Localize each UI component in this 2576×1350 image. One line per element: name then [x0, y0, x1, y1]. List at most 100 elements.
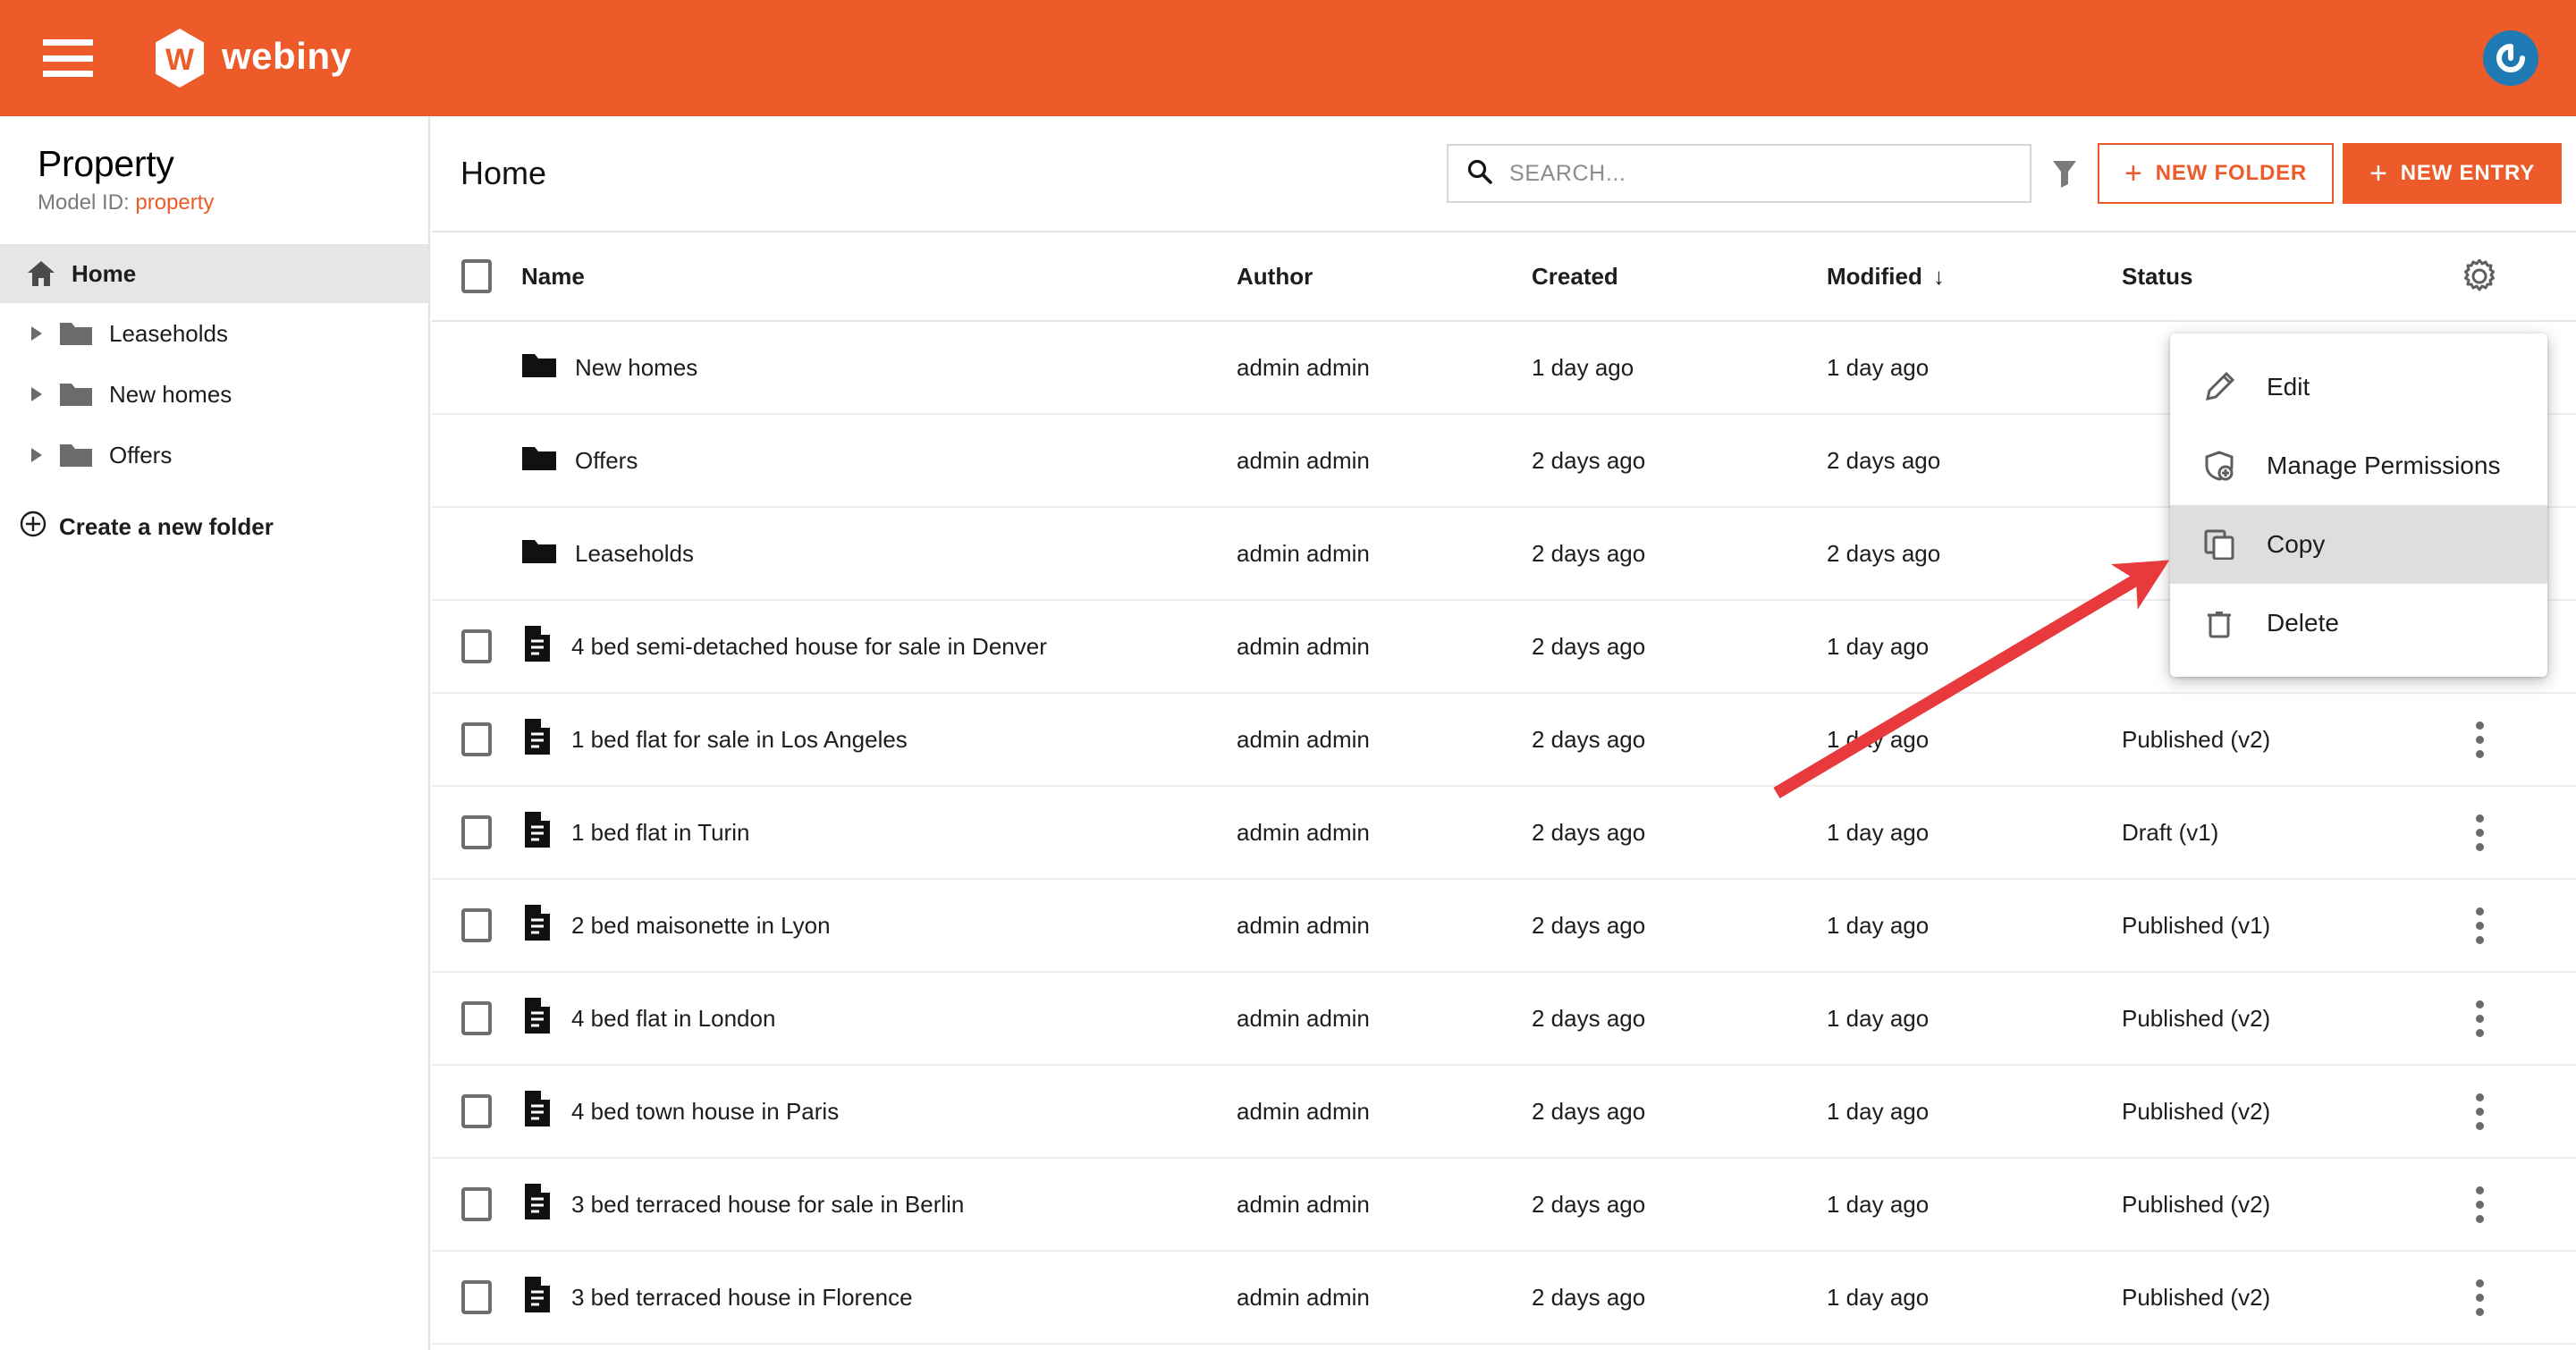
row-actions-cell	[2417, 807, 2542, 858]
column-header-name[interactable]: Name	[521, 263, 1237, 291]
table-row[interactable]: 4 bed flat in Londonadmin admin2 days ag…	[432, 973, 2576, 1066]
new-folder-button[interactable]: + NEW FOLDER	[2098, 143, 2334, 204]
row-checkbox[interactable]	[461, 629, 492, 663]
copy-icon	[2202, 529, 2236, 560]
breadcrumb: Home	[460, 155, 546, 192]
row-actions-button[interactable]	[2469, 714, 2491, 765]
row-author: admin admin	[1237, 726, 1532, 754]
row-checkbox[interactable]	[461, 1280, 492, 1314]
row-modified: 1 day ago	[1827, 1005, 2122, 1033]
context-menu-item-edit[interactable]: Edit	[2170, 348, 2547, 426]
row-name-cell[interactable]: 3 bed terraced house in Florence	[521, 1276, 1237, 1320]
avatar[interactable]	[2483, 30, 2538, 86]
row-created: 2 days ago	[1532, 1098, 1827, 1126]
row-checkbox[interactable]	[461, 1094, 492, 1128]
row-name-cell[interactable]: New homes	[521, 350, 1237, 385]
document-icon	[521, 997, 553, 1041]
row-author: admin admin	[1237, 354, 1532, 382]
folder-icon	[54, 442, 98, 468]
row-created: 2 days ago	[1532, 912, 1827, 940]
context-menu-item-copy[interactable]: Copy	[2170, 505, 2547, 584]
row-name-label: 3 bed terraced house for sale in Berlin	[571, 1191, 964, 1219]
table-row[interactable]: 3 bed terraced house in Florenceadmin ad…	[432, 1252, 2576, 1345]
row-author: admin admin	[1237, 912, 1532, 940]
row-created: 2 days ago	[1532, 1005, 1827, 1033]
folder-icon	[521, 350, 557, 385]
create-new-folder-button[interactable]: Create a new folder	[0, 498, 428, 555]
row-name-cell[interactable]: 4 bed flat in London	[521, 997, 1237, 1041]
chevron-right-icon[interactable]	[20, 386, 54, 402]
brand-logo[interactable]: W webiny	[152, 28, 427, 89]
chevron-right-icon[interactable]	[20, 447, 54, 463]
sidebar-item-leaseholds[interactable]: Leaseholds	[0, 303, 428, 364]
row-actions-cell	[2417, 993, 2542, 1044]
chevron-right-icon[interactable]	[20, 325, 54, 342]
row-author: admin admin	[1237, 1098, 1532, 1126]
shield-plus-icon	[2202, 451, 2236, 481]
table-row[interactable]: 1 bed flat in Turin admin admin2 days ago…	[432, 787, 2576, 880]
row-actions-button[interactable]	[2469, 1179, 2491, 1230]
filter-button[interactable]	[2031, 144, 2098, 203]
context-menu-item-delete[interactable]: Delete	[2170, 584, 2547, 662]
model-id-value[interactable]: property	[135, 190, 214, 215]
row-name-cell[interactable]: Leaseholds	[521, 536, 1237, 571]
sidebar-folder-tree: Home Leaseholds New homes	[0, 244, 428, 485]
pencil-icon	[2202, 372, 2236, 402]
row-name-cell[interactable]: 4 bed semi-detached house for sale in De…	[521, 625, 1237, 669]
hamburger-menu-icon[interactable]	[43, 39, 93, 77]
sidebar-item-offers[interactable]: Offers	[0, 425, 428, 485]
row-actions-button[interactable]	[2469, 1272, 2491, 1323]
row-name-cell[interactable]: 1 bed flat for sale in Los Angeles	[521, 718, 1237, 762]
top-app-bar: W webiny	[0, 0, 2576, 116]
row-author: admin admin	[1237, 633, 1532, 661]
page-title: Property	[0, 143, 428, 185]
row-checkbox[interactable]	[461, 1187, 492, 1221]
row-created: 2 days ago	[1532, 1284, 1827, 1312]
home-icon	[20, 260, 63, 287]
svg-text:webiny: webiny	[222, 38, 352, 77]
sidebar-item-new-homes[interactable]: New homes	[0, 364, 428, 425]
column-header-author[interactable]: Author	[1237, 263, 1532, 291]
row-checkbox[interactable]	[461, 1001, 492, 1035]
row-actions-button[interactable]	[2469, 993, 2491, 1044]
column-header-created[interactable]: Created	[1532, 263, 1827, 291]
new-entry-button[interactable]: + NEW ENTRY	[2343, 143, 2562, 204]
row-name-label: Offers	[575, 447, 638, 475]
row-actions-cell	[2417, 1272, 2542, 1323]
row-checkbox[interactable]	[461, 815, 492, 849]
row-actions-button[interactable]	[2469, 807, 2491, 858]
row-actions-button[interactable]	[2469, 900, 2491, 951]
row-actions-button[interactable]	[2469, 1086, 2491, 1137]
select-all-checkbox[interactable]	[461, 259, 492, 293]
row-modified: 1 day ago	[1827, 1191, 2122, 1219]
main-content: Home + NEW FOLDER	[432, 116, 2576, 1350]
row-author: admin admin	[1237, 819, 1532, 847]
row-context-menu[interactable]: EditManage PermissionsCopyDelete	[2170, 333, 2547, 677]
row-name-cell[interactable]: 4 bed town house in Paris	[521, 1090, 1237, 1134]
search-input[interactable]	[1509, 161, 1992, 187]
row-name-label: 1 bed flat in Turin	[571, 819, 749, 847]
row-name-cell[interactable]: 2 bed maisonette in Lyon	[521, 904, 1237, 948]
table-row[interactable]: 3 bed terraced house for sale in Berlina…	[432, 1159, 2576, 1252]
column-header-modified[interactable]: Modified ↓	[1827, 263, 2122, 291]
row-name-cell[interactable]: 1 bed flat in Turin	[521, 811, 1237, 855]
folder-icon	[521, 536, 557, 571]
context-menu-item-manage-permissions[interactable]: Manage Permissions	[2170, 426, 2547, 505]
row-created: 2 days ago	[1532, 540, 1827, 568]
document-icon	[521, 625, 553, 669]
table-row[interactable]: 2 bed maisonette in Lyonadmin admin2 day…	[432, 880, 2576, 973]
row-name-cell[interactable]: Offers	[521, 443, 1237, 478]
column-header-status[interactable]: Status	[2122, 263, 2417, 291]
table-row[interactable]: 1 bed flat for sale in Los Angelesadmin …	[432, 694, 2576, 787]
search-box[interactable]	[1447, 144, 2031, 203]
sidebar-item-home[interactable]: Home	[0, 244, 428, 303]
row-checkbox[interactable]	[461, 722, 492, 756]
table-row[interactable]: 4 bed town house in Parisadmin admin2 da…	[432, 1066, 2576, 1159]
trash-icon	[2202, 608, 2236, 638]
row-name-cell[interactable]: 3 bed terraced house for sale in Berlin	[521, 1183, 1237, 1227]
row-created: 2 days ago	[1532, 819, 1827, 847]
row-checkbox[interactable]	[461, 908, 492, 942]
row-modified: 2 days ago	[1827, 447, 2122, 475]
column-settings-button[interactable]	[2417, 259, 2542, 293]
toolbar-actions: + NEW FOLDER + NEW ENTRY	[1447, 143, 2562, 204]
